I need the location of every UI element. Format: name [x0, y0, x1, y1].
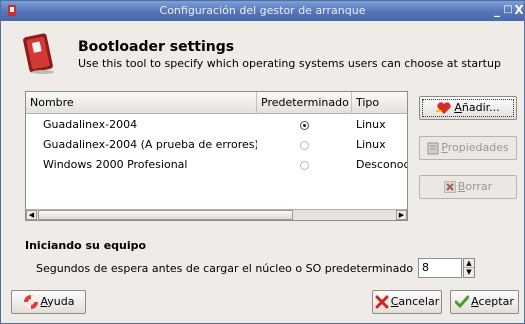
row-name: Guadalinex-2004 (A prueba de errores) [43, 138, 257, 151]
heart-add-icon [436, 101, 451, 114]
list-row[interactable]: Guadalinex-2004 (A prueba de errores) Li… [26, 135, 407, 155]
switch-icon [23, 33, 54, 74]
os-list[interactable]: Nombre Predeterminado Tipo Guadalinex-20… [25, 91, 408, 221]
default-radio[interactable] [300, 161, 309, 170]
column-header-nombre[interactable]: Nombre [26, 92, 257, 114]
timeout-input[interactable]: 8 [418, 258, 462, 278]
cancel-button[interactable]: Cancelar [372, 290, 442, 314]
row-name: Guadalinex-2004 [43, 118, 138, 131]
row-name: Windows 2000 Profesional [43, 158, 188, 171]
list-row[interactable]: Windows 2000 Profesional Desconoc [26, 155, 407, 175]
row-type: Linux [356, 138, 386, 151]
row-type: Linux [356, 118, 386, 131]
window-title: Configuración del gestor de arranque [159, 4, 366, 17]
column-header-predeterminado[interactable]: Predeterminado [257, 92, 352, 114]
delete-x-icon [443, 181, 456, 193]
timeout-spinner[interactable]: ▲ ▼ [463, 258, 475, 278]
ok-button[interactable]: Aceptar [450, 290, 519, 314]
help-button[interactable]: Ayuda [11, 290, 86, 314]
default-radio[interactable] [300, 141, 309, 150]
properties-button[interactable]: Propiedades [419, 136, 517, 160]
scroll-left-icon[interactable]: ◀ [26, 210, 37, 220]
dialog-window: Configuración del gestor de arranque _ □… [0, 0, 525, 324]
startup-section-title: Iniciando su equipo [25, 239, 147, 252]
add-button[interactable]: Añadir... [419, 96, 517, 120]
timeout-label: Segundos de espera antes de cargar el nú… [36, 262, 414, 275]
close-button[interactable]: X [513, 4, 525, 16]
horizontal-scrollbar[interactable]: ◀ ▶ [26, 209, 407, 220]
header-subtitle: Use this tool to specify which operating… [78, 57, 501, 70]
scrollbar-thumb[interactable] [38, 210, 293, 220]
list-header: Nombre Predeterminado Tipo [26, 92, 407, 114]
default-radio[interactable] [300, 121, 309, 130]
spin-down-icon[interactable]: ▼ [464, 268, 474, 277]
checkmark-icon [455, 295, 470, 309]
lifebuoy-icon [23, 295, 38, 309]
delete-button[interactable]: Borrar [419, 175, 517, 199]
column-header-tipo[interactable]: Tipo [352, 92, 407, 114]
header-title: Bootloader settings [78, 39, 235, 55]
properties-icon [427, 142, 439, 154]
spin-up-icon[interactable]: ▲ [464, 259, 474, 268]
cancel-x-icon [375, 295, 389, 309]
titlebar[interactable]: Configuración del gestor de arranque _ □… [1, 1, 524, 21]
scroll-right-icon[interactable]: ▶ [396, 210, 407, 220]
list-row[interactable]: Guadalinex-2004 Linux [26, 115, 407, 135]
row-type: Desconoc [356, 158, 407, 171]
